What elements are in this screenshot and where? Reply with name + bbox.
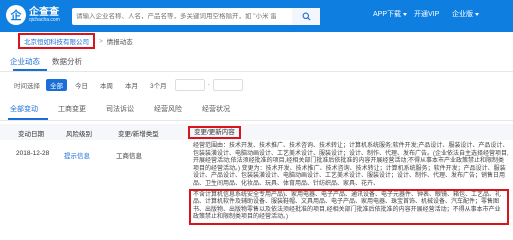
tab-company-dynamics[interactable]: 企业动态 [10, 56, 40, 68]
tab-operational-risk[interactable]: 经营风险 [144, 104, 192, 118]
logo-name: 企查查 [29, 6, 59, 18]
open-vip-link[interactable]: 开通VIP [414, 9, 439, 19]
time-option-month[interactable]: 本月 [121, 79, 142, 91]
search-icon [302, 12, 310, 21]
column-header-type: 变更/新增类型 [118, 131, 159, 138]
logo-mark-icon: 企 [6, 5, 26, 25]
time-filter-label: 时间选择 [14, 82, 40, 90]
time-option-today[interactable]: 今日 [71, 79, 92, 91]
tab-operational-status[interactable]: 经营状况 [192, 104, 240, 118]
tab-data-analysis[interactable]: 数据分析 [52, 56, 82, 68]
column-header-risk: 风险级别 [66, 131, 92, 138]
secondary-tabs: 全部变动 工商变更 司法诉讼 经营风险 经营状况 [0, 104, 513, 118]
time-option-all[interactable]: 全部 [46, 78, 67, 91]
tab-all-changes[interactable]: 全部变动 [0, 104, 48, 118]
time-option-3months[interactable]: 3个月 [146, 79, 171, 91]
search-input[interactable] [76, 13, 276, 20]
chevron-down-icon [403, 12, 408, 16]
time-option-week[interactable]: 本周 [96, 79, 117, 91]
logo-domain: qichacha.com [29, 16, 60, 23]
company-name-link[interactable]: 北京恒如科技有限公司 [18, 33, 95, 49]
tab-judicial-litigation[interactable]: 司法诉讼 [96, 104, 144, 118]
breadcrumb-current: 情报动态 [106, 39, 133, 46]
content-before-change: 经营范围由：技术开发、技术推广、技术咨询、技术转让；计算机系统服务;软件开发;产… [193, 143, 509, 187]
divider [0, 120, 513, 121]
search-box [72, 8, 320, 25]
column-header-date: 变动日期 [18, 131, 44, 138]
row-risk-link[interactable]: 提示信息 [64, 150, 90, 160]
time-filter: 时间选择 全部 今日 本周 本月 3个月 - [14, 78, 243, 91]
top-navigation-bar: 企 企查查 qichacha.com APP下载 开通VIP 企业版 [0, 0, 513, 32]
end-date-input[interactable] [212, 78, 243, 91]
column-header-content: 变更/更新内容 [188, 126, 241, 139]
start-date-input[interactable] [174, 78, 205, 91]
divider [0, 71, 513, 72]
search-button[interactable] [292, 8, 320, 25]
primary-tabs: 企业动态 数据分析 [10, 56, 94, 68]
chevron-down-icon [475, 12, 479, 16]
row-date: 2018-12-28 [16, 150, 50, 157]
content-highlighted: 不含计算机信息系统安全专用产品)、家用电器、电子产品、通讯设备、电子元器件、钟表… [189, 188, 509, 225]
table-header: 变动日期 风险级别 变更/新增类型 变更/更新内容 [0, 124, 513, 140]
row-type: 工商信息 [116, 153, 142, 160]
enterprise-edition-link[interactable]: 企业版 [452, 9, 479, 19]
app-download-link[interactable]: APP下载 [373, 9, 408, 19]
change-content: 经营范围由：技术开发、技术推广、技术咨询、技术转让；计算机系统服务;软件开发;产… [189, 143, 509, 225]
breadcrumb-separator: > [99, 37, 103, 45]
tab-business-changes[interactable]: 工商变更 [48, 104, 96, 118]
date-separator: - [207, 81, 210, 88]
breadcrumb: 北京恒如科技有限公司 > 情报动态 [18, 33, 133, 49]
logo[interactable]: 企 企查查 qichacha.com [6, 4, 68, 26]
